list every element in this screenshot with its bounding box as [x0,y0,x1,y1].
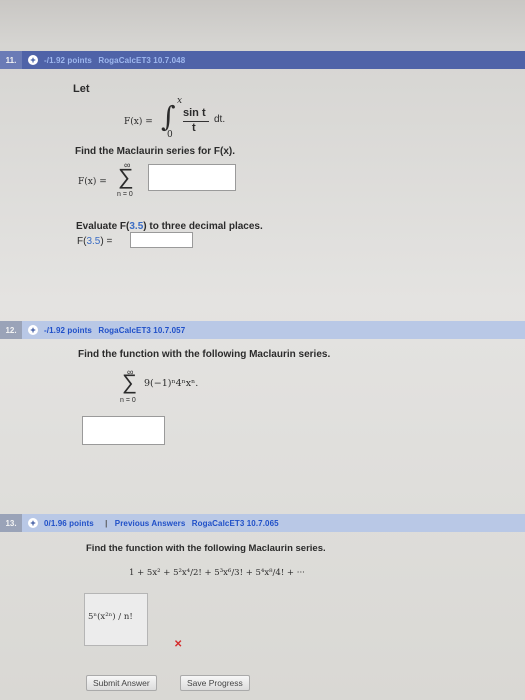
q12-info: -/1.92 points RogaCalcET3 10.7.057 [44,326,185,335]
sigma-icon: ∑ [118,164,134,189]
q11-series-answer-field[interactable] [148,164,236,191]
q13-info: 0/1.96 points | Previous Answers RogaCal… [44,519,279,528]
q11-frac-den: t [192,122,196,134]
q11-integral-lower: 0 [167,130,173,140]
q11-frac-line [183,121,209,122]
q12-expand-icon[interactable]: + [28,325,38,335]
q11-task1: Find the Maclaurin series for F(x). [75,146,236,157]
q13-answer-value: 5ⁿ(x²ⁿ) / n! [88,612,133,622]
q11-intro: Let [73,83,90,95]
q11-eval-label: F(3.5) = [77,236,112,247]
q11-frac-num: sin t [183,107,206,119]
q13-expand-icon[interactable]: + [28,518,38,528]
q13-source-link[interactable]: RogaCalcET3 10.7.065 [192,519,279,528]
q12-answer-field[interactable] [82,416,165,445]
q12-header: 12. + -/1.92 points RogaCalcET3 10.7.057 [0,321,525,339]
save-progress-button[interactable]: Save Progress [180,675,250,691]
q11-sum-bottom: n = 0 [117,191,133,198]
q11-task2: Evaluate F(3.5) to three decimal places. [76,221,263,232]
q12-source-link[interactable]: RogaCalcET3 10.7.057 [98,326,185,335]
q11-sum-lhs: F(x) = [78,177,107,187]
q13-series: 1 + 5x² + 5²x⁴/2! + 5³x⁶/3! + 5⁴x⁸/4! + … [129,568,305,578]
sigma-icon: ∑ [122,371,137,394]
q12-task: Find the function with the following Mac… [78,349,331,360]
q12-points: -/1.92 points [44,325,92,335]
q11-number: 11. [0,51,22,69]
q11-eval-answer-field[interactable] [130,232,193,248]
q11-header: 11. + -/1.92 points RogaCalcET3 10.7.048 [0,51,525,69]
q11-task2-value: 3.5 [129,221,144,232]
q13-points: 0/1.96 points [44,518,94,528]
q13-task: Find the function with the following Mac… [86,543,326,554]
q11-eval-value: 3.5 [86,236,101,247]
q11-source-link[interactable]: RogaCalcET3 10.7.048 [98,56,185,65]
q13-number: 13. [0,514,22,532]
q11-F-lhs: F(x) = [124,117,153,127]
q13-previous-answers-link[interactable]: Previous Answers [115,519,186,528]
q13-header: 13. + 0/1.96 points | Previous Answers R… [0,514,525,532]
q12-number: 12. [0,321,22,339]
q11-integral-upper: x [177,96,183,106]
q11-expand-icon[interactable]: + [28,55,38,65]
q11-points: -/1.92 points [44,55,92,65]
submit-answer-button[interactable]: Submit Answer [86,675,157,691]
q11-info: -/1.92 points RogaCalcET3 10.7.048 [44,56,185,65]
q13-wrong-icon: ✕ [174,639,183,650]
q11-task2-suffix: ) to three decimal places. [143,221,263,232]
q11-dt: dt. [214,114,226,125]
q11-eval-suffix: ) = [100,236,113,247]
q13-separator: | [105,518,108,528]
integral-sign: ∫ [161,100,176,133]
q12-series-term: 9(−1)ⁿ4ⁿxⁿ. [144,378,199,389]
q12-sum-bottom: n = 0 [120,397,136,404]
q11-task2-prefix: Evaluate F( [76,221,130,232]
